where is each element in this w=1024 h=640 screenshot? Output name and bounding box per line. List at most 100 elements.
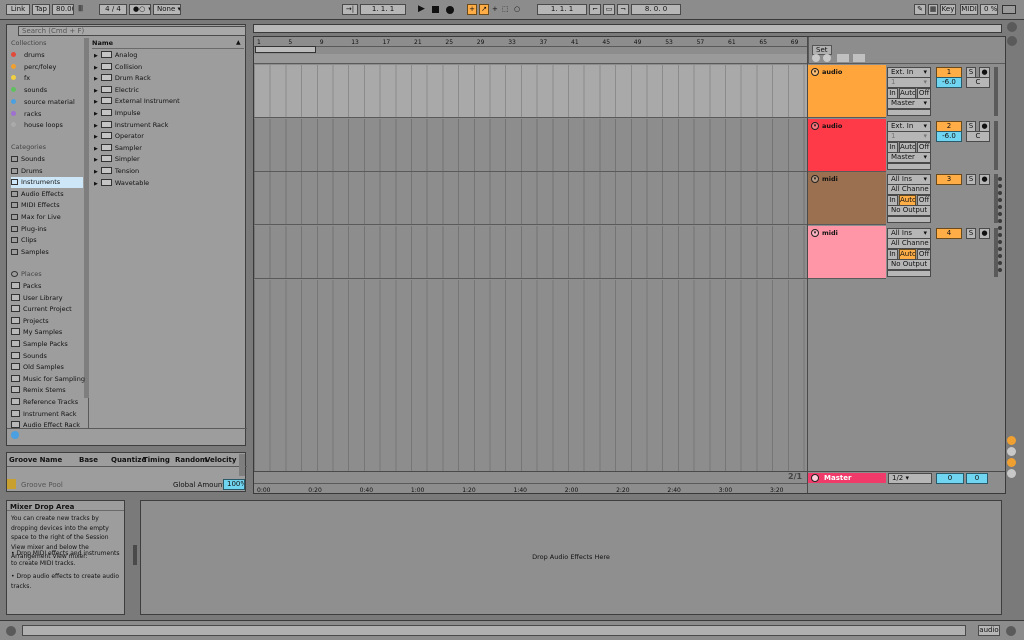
- empty-lane-area[interactable]: [254, 280, 807, 472]
- splitter-handle[interactable]: [133, 545, 137, 565]
- pan-field[interactable]: C: [966, 130, 990, 142]
- input-channel-select[interactable]: 1 ▾: [887, 77, 931, 88]
- overdub-button[interactable]: +: [467, 4, 477, 15]
- bar-ruler[interactable]: 1 5 9 13 17 21 25 29 33 37 41 45 49 53 57 61 65 69: [254, 37, 807, 47]
- name-column-header[interactable]: Name: [92, 38, 244, 49]
- master-volume[interactable]: 0: [936, 473, 964, 484]
- arm-button[interactable]: ●: [979, 174, 990, 185]
- loop-start[interactable]: 1. 1. 1: [537, 4, 587, 15]
- loop-brace[interactable]: [255, 46, 316, 53]
- master-track-header[interactable]: Master: [808, 473, 886, 483]
- track-activator[interactable]: 3: [936, 174, 962, 185]
- song-position[interactable]: 1. 1. 1: [360, 4, 406, 15]
- place-item[interactable]: Sounds: [11, 351, 47, 362]
- pan-field[interactable]: C: [966, 77, 990, 88]
- collection-item[interactable]: drums: [11, 50, 45, 61]
- punch-out-button[interactable]: ¬: [617, 4, 629, 15]
- track-lane[interactable]: [254, 65, 807, 118]
- track-header[interactable]: ▾ midi: [808, 225, 886, 279]
- time-signature[interactable]: 4 / 4: [99, 4, 127, 15]
- lock-icon[interactable]: [853, 54, 865, 62]
- input-channel-select[interactable]: All Channe▾: [887, 184, 931, 195]
- output-channel-select[interactable]: [887, 216, 931, 223]
- add-icon[interactable]: +: [492, 5, 498, 13]
- output-channel-select[interactable]: [887, 269, 931, 277]
- draw-mode-button[interactable]: ✎: [914, 4, 926, 15]
- view-toggle-icon[interactable]: [1007, 22, 1017, 32]
- place-item[interactable]: Reference Tracks: [11, 397, 78, 408]
- metronome-button[interactable]: ●○▾: [129, 4, 151, 15]
- nudge-icon[interactable]: ||||: [78, 5, 88, 14]
- category-midi-effects[interactable]: MIDI Effects: [11, 200, 60, 211]
- browser-item[interactable]: ▶ Analog: [94, 50, 137, 62]
- track-lane[interactable]: [254, 225, 807, 279]
- capture-icon[interactable]: ⬚: [502, 5, 509, 13]
- solo-button[interactable]: S: [966, 227, 976, 239]
- input-channel-select[interactable]: All Channe▾: [887, 237, 931, 249]
- groove-scrollbar[interactable]: [239, 454, 245, 476]
- browser-item[interactable]: ▶ Sampler: [94, 143, 142, 155]
- browser-item[interactable]: ▶ Tension: [94, 166, 139, 178]
- disclosure-triangle-icon[interactable]: ▶: [94, 111, 98, 117]
- disclosure-triangle-icon[interactable]: ▶: [94, 65, 98, 71]
- output-select[interactable]: Master ▾: [887, 98, 931, 109]
- tempo-follower-icon[interactable]: [1007, 36, 1017, 46]
- loop-length[interactable]: 8. 0. 0: [631, 4, 681, 15]
- browser-item[interactable]: ▶ Simpler: [94, 154, 140, 166]
- solo-button[interactable]: S: [966, 174, 976, 185]
- disclosure-triangle-icon[interactable]: ▶: [94, 99, 98, 105]
- browser-item[interactable]: ▶ Instrument Rack: [94, 120, 168, 132]
- fold-track-icon[interactable]: ▾: [811, 228, 819, 237]
- disclosure-triangle-icon[interactable]: ▶: [94, 123, 98, 129]
- browser-item[interactable]: ▶ Collision: [94, 62, 142, 74]
- track-header[interactable]: ▾ midi: [808, 172, 886, 225]
- device-view[interactable]: Drop Audio Effects Here: [140, 500, 1002, 615]
- collection-item[interactable]: perc/foley: [11, 62, 56, 73]
- browser-item[interactable]: ▶ Operator: [94, 131, 144, 143]
- keyboard-button[interactable]: ▦: [928, 4, 938, 15]
- mixer-toggle-icon[interactable]: [1007, 458, 1016, 467]
- output-select[interactable]: No Output▾: [887, 258, 931, 270]
- detail-toggle-icon[interactable]: [1006, 626, 1016, 636]
- track-activator[interactable]: 4: [936, 227, 962, 239]
- browser-item[interactable]: ▶ Electric: [94, 85, 139, 97]
- scrub-area[interactable]: [254, 54, 807, 64]
- arrangement-record-icon[interactable]: [823, 54, 831, 62]
- stop-icon[interactable]: [432, 6, 439, 13]
- fold-track-icon[interactable]: ▾: [811, 175, 819, 183]
- tap-button[interactable]: Tap: [32, 4, 50, 15]
- browser-item[interactable]: ▶ Wavetable: [94, 178, 149, 190]
- master-output[interactable]: 1/2 ▾: [888, 473, 932, 484]
- draw-icon[interactable]: [837, 54, 849, 62]
- place-item[interactable]: Audio Effect Rack: [11, 420, 80, 431]
- loop-switch[interactable]: ▭: [603, 4, 615, 15]
- midi-map-button[interactable]: MIDI: [960, 4, 978, 15]
- place-item[interactable]: My Samples: [11, 327, 62, 338]
- browser-item[interactable]: ▶ External Instrument: [94, 96, 180, 108]
- category-sounds[interactable]: Sounds: [11, 154, 45, 165]
- place-item[interactable]: Instrument Rack: [11, 409, 77, 420]
- disclosure-triangle-icon[interactable]: ▶: [94, 181, 98, 187]
- category-clips[interactable]: Clips: [11, 235, 37, 246]
- info-icon[interactable]: [11, 431, 19, 439]
- quantize-select[interactable]: None ▾: [153, 4, 181, 15]
- sends-toggle-icon[interactable]: [1007, 447, 1016, 456]
- back-to-arrangement-icon[interactable]: [812, 54, 820, 62]
- global-amount-field[interactable]: 100%: [223, 479, 245, 490]
- groove-icon[interactable]: [7, 479, 16, 489]
- place-item[interactable]: Projects: [11, 316, 49, 327]
- tempo-field[interactable]: 80.00: [52, 4, 74, 15]
- fold-track-icon[interactable]: ▾: [811, 68, 819, 76]
- output-channel-select[interactable]: [887, 162, 931, 170]
- disclosure-triangle-icon[interactable]: ▶: [94, 88, 98, 94]
- io-toggle-icon[interactable]: [1007, 436, 1016, 445]
- arm-button[interactable]: ●: [979, 227, 990, 239]
- sidebar-scrollbar[interactable]: [84, 38, 89, 398]
- output-select[interactable]: Master ▾: [887, 151, 931, 163]
- category-instruments[interactable]: Instruments: [11, 177, 83, 189]
- input-channel-select[interactable]: 1 ▾: [887, 130, 931, 142]
- disclosure-triangle-icon[interactable]: ▶: [94, 146, 98, 152]
- track-header[interactable]: ▾ audio: [808, 65, 886, 118]
- place-item[interactable]: Music for Sampling: [11, 374, 85, 385]
- collection-item[interactable]: fx: [11, 73, 30, 84]
